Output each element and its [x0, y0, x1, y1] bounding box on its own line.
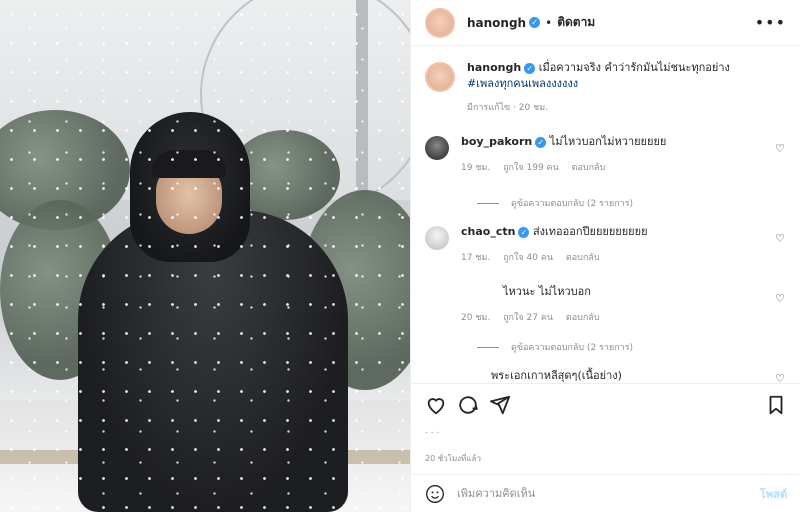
avatar[interactable] [425, 226, 449, 250]
add-comment-bar: โพสต์ [411, 474, 800, 512]
comment-likes[interactable]: ถูกใจ 199 คน [503, 163, 559, 173]
comment-item: ไหวนะ ไม่ไหวบอก 20 ชม. ถูกใจ 27 คน ตอบกล… [425, 284, 787, 326]
verified-icon: ✓ [524, 62, 536, 74]
caption-body: เมื่อความจริง คำว่ารักมันไม่ชนะทุกอย่าง [538, 61, 730, 74]
comment-text: พระเอกเกาหลีสุดๆ(เนื้อย่าง) [461, 368, 761, 382]
divider [477, 202, 499, 204]
verified-icon: ✓ [518, 226, 530, 238]
view-replies-label: ดูข้อความตอบกลับ (2 รายการ) [511, 343, 634, 353]
caption-edited: มีการแก้ไข · 20 ชม. [467, 103, 548, 113]
comment-item: boy_pakorn ✓ ไม่ไหวบอกไม่หวายยยยย 19 ชม. … [425, 134, 787, 176]
view-replies-button[interactable]: ดูข้อความตอบกลับ (2 รายการ) [477, 196, 787, 210]
post-actions [411, 383, 800, 425]
heart-icon[interactable]: ♡ [775, 292, 785, 305]
comment-meta: 17 ชม. ถูกใจ 40 คน ตอบกลับ [461, 250, 761, 266]
like-heart-icon[interactable] [425, 394, 447, 416]
comment-time: 17 ชม. [461, 253, 491, 263]
comment-username[interactable]: chao_ctn [461, 225, 515, 238]
post-header: hanongh ✓ • ติดตาม ••• [411, 0, 800, 46]
avatar[interactable] [425, 136, 449, 160]
post-photo[interactable] [0, 0, 410, 512]
post-comment-button[interactable]: โพสต์ [760, 485, 787, 503]
comment-body: ไหวนะ ไม่ไหวบอก [503, 285, 591, 298]
avatar[interactable] [425, 7, 455, 38]
avatar[interactable] [425, 62, 455, 92]
bookmark-icon[interactable] [765, 394, 787, 416]
comment-input[interactable] [457, 487, 760, 500]
caption-hashtag[interactable]: #เพลงทุกคนเพลงงงงงง [467, 77, 578, 90]
likes-summary[interactable]: . . . [425, 426, 785, 436]
comment-time: 19 ชม. [461, 163, 491, 173]
more-horizontal-icon[interactable]: ••• [755, 13, 786, 32]
comment-username[interactable]: boy_pakorn [461, 135, 532, 148]
comment-text: chao_ctn ✓ ส่งเทอออกปียยยยยยยยย 17 ชม. ถู… [461, 224, 761, 266]
heart-icon[interactable]: ♡ [775, 372, 785, 382]
comment-text: boy_pakorn ✓ ไม่ไหวบอกไม่หวายยยยย 19 ชม. … [461, 134, 761, 176]
comment-likes[interactable]: ถูกใจ 27 คน [503, 313, 553, 323]
comment-body: พระเอกเกาหลีสุดๆ(เนื้อย่าง) [491, 369, 622, 382]
comment-likes[interactable]: ถูกใจ 40 คน [503, 253, 553, 263]
post-timestamp[interactable]: 20 ชั่วโมงที่แล้ว [425, 452, 481, 465]
comments-list[interactable]: hanongh ✓ เมื่อความจริง คำว่ารักมันไม่ชนะ… [411, 46, 800, 382]
caption: hanongh ✓ เมื่อความจริง คำว่ารักมันไม่ชนะ… [425, 60, 787, 116]
falling-snow [0, 0, 410, 512]
follow-button[interactable]: ติดตาม [557, 13, 595, 32]
comment-item: พระเอกเกาหลีสุดๆ(เนื้อย่าง) ♡ [425, 368, 787, 382]
author-username[interactable]: hanongh [467, 16, 526, 30]
comment-item: chao_ctn ✓ ส่งเทอออกปียยยยยยยยย 17 ชม. ถู… [425, 224, 787, 266]
comment-text: ไหวนะ ไม่ไหวบอก 20 ชม. ถูกใจ 27 คน ตอบกล… [461, 284, 761, 326]
reply-button[interactable]: ตอบกลับ [572, 163, 606, 173]
comment-meta: 19 ชม. ถูกใจ 199 คน ตอบกลับ [461, 160, 761, 176]
comment-bubble-icon[interactable] [457, 394, 479, 416]
caption-username[interactable]: hanongh [467, 61, 521, 74]
verified-icon: ✓ [535, 136, 547, 148]
comment-meta: 20 ชม. ถูกใจ 27 คน ตอบกลับ [461, 310, 761, 326]
comment-time: 20 ชม. [461, 313, 491, 323]
separator-dot: • [545, 15, 553, 30]
share-send-icon[interactable] [489, 394, 511, 416]
heart-icon[interactable]: ♡ [775, 232, 785, 245]
emoji-icon[interactable] [425, 484, 445, 504]
caption-meta: มีการแก้ไข · 20 ชม. [467, 100, 767, 116]
caption-text: hanongh ✓ เมื่อความจริง คำว่ารักมันไม่ชนะ… [467, 60, 767, 116]
view-replies-button[interactable]: ดูข้อความตอบกลับ (2 รายการ) [477, 340, 787, 354]
heart-icon[interactable]: ♡ [775, 142, 785, 155]
reply-button[interactable]: ตอบกลับ [566, 313, 600, 323]
comment-body: ไม่ไหวบอกไม่หวายยยยย [549, 135, 667, 148]
verified-icon: ✓ [529, 17, 541, 28]
comment-body: ส่งเทอออกปียยยยยยยยย [532, 225, 648, 238]
view-replies-label: ดูข้อความตอบกลับ (2 รายการ) [511, 199, 634, 209]
reply-button[interactable]: ตอบกลับ [566, 253, 600, 263]
divider [477, 346, 499, 348]
post-side-panel: hanongh ✓ • ติดตาม ••• hanongh ✓ เมื่อควา… [410, 0, 800, 512]
